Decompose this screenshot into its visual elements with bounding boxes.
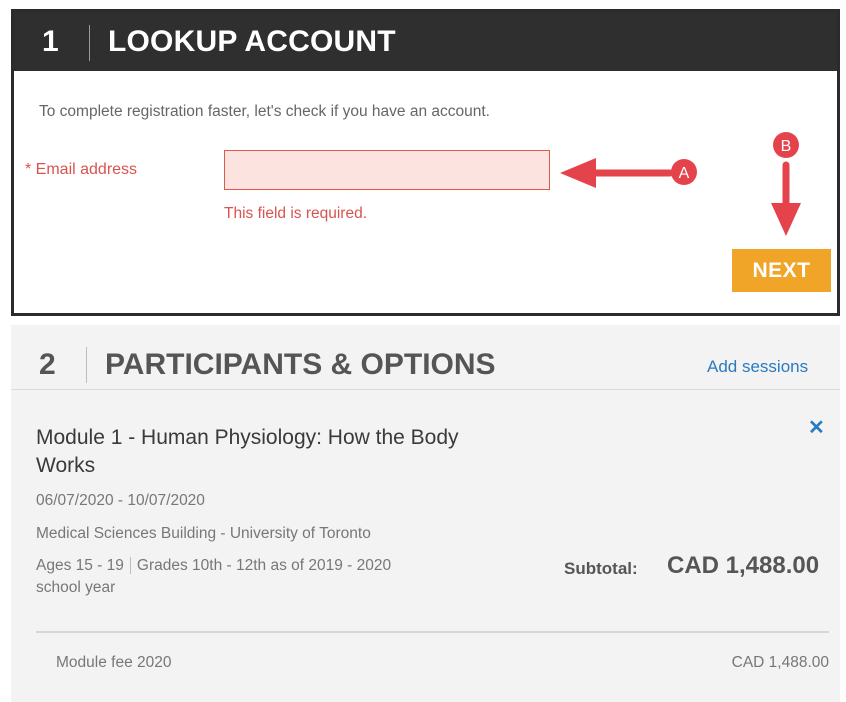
grades-text: Grades 10th - 12th as of 2019 - 2020	[136, 557, 392, 574]
module-location: Medical Sciences Building - University o…	[36, 525, 371, 542]
add-sessions-link[interactable]: Add sessions	[707, 357, 808, 377]
step-number: 2	[39, 348, 56, 381]
arrow-b-icon	[771, 161, 801, 236]
close-icon[interactable]: ✕	[808, 415, 825, 440]
marker-b: B	[773, 132, 799, 158]
marker-a: A	[671, 159, 697, 185]
marker-a-label: A	[679, 165, 690, 182]
section-title: PARTICIPANTS & OPTIONS	[105, 348, 496, 381]
module-ages-grades: Ages 15 - 19 Grades 10th - 12th as of 201…	[36, 557, 391, 575]
module-dates: 06/07/2020 - 10/07/2020	[36, 492, 205, 509]
header-divider	[86, 347, 87, 383]
fee-divider	[36, 631, 829, 633]
ages-text: Ages 15 - 19	[36, 557, 124, 574]
fee-label: Module fee 2020	[56, 654, 172, 671]
fee-value: CAD 1,488.00	[731, 654, 829, 671]
subtotal-label: Subtotal:	[564, 559, 638, 578]
annotation-overlay: A B	[560, 132, 801, 236]
grades-continued: school year	[36, 579, 116, 596]
header-divider-line	[11, 389, 840, 390]
module-title: Module 1 - Human Physiology: How the Bod…	[36, 426, 459, 477]
marker-b-label: B	[781, 138, 792, 155]
participants-options-section: 2 PARTICIPANTS & OPTIONS Add sessions ✕ …	[11, 325, 840, 702]
subtotal-value: CAD 1,488.00	[667, 552, 820, 579]
arrow-a-icon	[560, 158, 674, 188]
meta-divider	[129, 557, 131, 575]
